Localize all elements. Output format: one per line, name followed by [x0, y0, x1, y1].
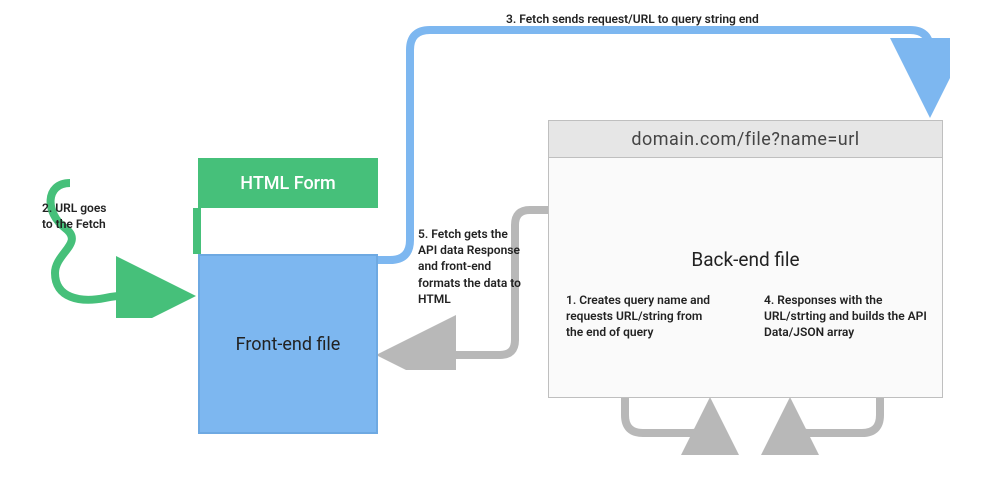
- html-form-box: HTML Form: [198, 158, 378, 208]
- frontend-file-box: Front-end file: [198, 254, 378, 434]
- html-form-label: HTML Form: [240, 173, 335, 194]
- step5-label: 5. Fetch gets the API data Response and …: [418, 226, 528, 307]
- step4-label: 4. Responses with the URL/strting and bu…: [764, 292, 944, 341]
- backend-file-label: Back-end file: [691, 248, 799, 271]
- step3-label: 3. Fetch sends request/URL to query stri…: [506, 11, 826, 27]
- diagram-canvas: HTML Form Front-end file Back-end file d…: [0, 0, 1000, 500]
- domain-url-text: domain.com/file?name=url: [631, 129, 859, 150]
- backend-file-box: Back-end file: [548, 120, 943, 398]
- domain-url-bar: domain.com/file?name=url: [548, 120, 943, 158]
- step1-label: 1. Creates query name and requests URL/s…: [566, 292, 716, 341]
- arrow-form-output: [180, 202, 220, 262]
- frontend-file-label: Front-end file: [236, 334, 341, 355]
- step2-label: 2. URL goes to the Fetch: [42, 200, 112, 232]
